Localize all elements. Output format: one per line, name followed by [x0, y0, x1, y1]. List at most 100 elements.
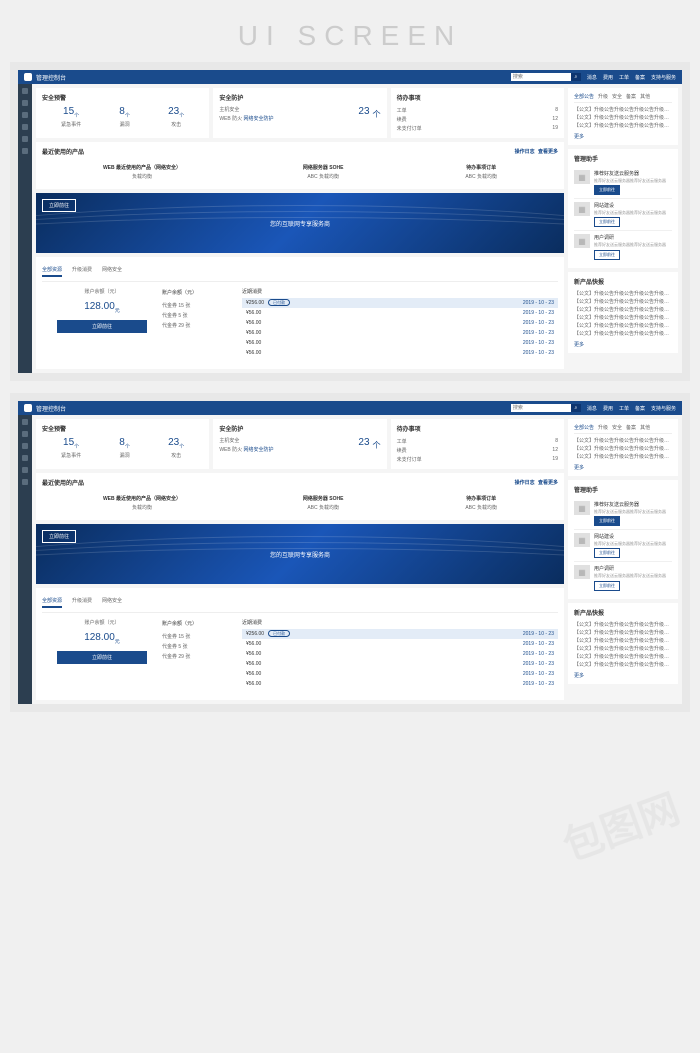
log-link[interactable]: 操作日志 [515, 149, 535, 155]
sidebar-home-icon[interactable] [22, 88, 28, 94]
sidebar-cloud-icon[interactable] [22, 124, 28, 130]
panel-title: 安全防护 [219, 93, 380, 102]
topbar: 管理控制台 ⌕ 消息 费用 工单 备案 支持与服务 [18, 70, 682, 84]
tab-upgrade[interactable]: 升级消费 [72, 266, 92, 277]
app-title: 管理控制台 [36, 73, 66, 82]
news-item[interactable]: 【公文】升级公告升级公告升级公告升级公告 [574, 298, 672, 306]
news-item[interactable]: 【公文】升级公告升级公告升级公告升级公告 [574, 314, 672, 322]
news-item[interactable]: 【公文】升级公告升级公告升级公告升级公告 [574, 290, 672, 298]
nav-support[interactable]: 支持与服务 [651, 405, 676, 412]
ann-tab-other[interactable]: 其他 [640, 93, 650, 100]
sidebar-gear-icon[interactable] [22, 467, 28, 473]
search-button[interactable]: ⌕ [571, 73, 581, 81]
nav-tickets[interactable]: 工单 [619, 74, 629, 81]
sidebar-user-icon[interactable] [22, 443, 28, 449]
nav-messages[interactable]: 消息 [587, 74, 597, 81]
ann-tab-all[interactable]: 全部公告 [574, 93, 594, 100]
consume-row[interactable]: ¥56.002019 - 10 - 23 [242, 338, 558, 348]
news-item[interactable]: 【公文】升级公告升级公告升级公告升级公告 [574, 306, 672, 314]
host-security-label: 主机安全 [219, 106, 273, 115]
consume-row[interactable]: ¥56.002019 - 10 - 23 [242, 308, 558, 318]
sidebar-grid-icon[interactable] [22, 100, 28, 106]
ann-tab-security[interactable]: 安全 [612, 93, 622, 100]
nav-support[interactable]: 支持与服务 [651, 74, 676, 81]
page-label: UI SCREEN [0, 0, 700, 62]
banner-text: 您的互联网专享服务商 [270, 219, 330, 228]
product-col[interactable]: 网络服务器 SOHEABC 负载均衡 [303, 164, 344, 180]
recharge-button[interactable]: 立即前往 [57, 320, 147, 333]
todo-item[interactable]: 未支付订单19 [397, 124, 558, 133]
helper-panel: 管理助手 ▦ 推荐好友送云服务器 推荐好友送云服务器推荐好友送云服务器 立即前往… [568, 149, 678, 268]
helper-desc: 推荐好友送云服务器推荐好友送云服务器 [594, 210, 672, 215]
nav-fees[interactable]: 费用 [603, 74, 613, 81]
ann-tab-filing[interactable]: 备案 [626, 93, 636, 100]
logo-icon [24, 73, 32, 81]
helper-button[interactable]: 立即前往 [594, 250, 620, 260]
logo-icon [24, 404, 32, 412]
helper-desc: 推荐好友送云服务器推荐好友送云服务器 [594, 178, 672, 183]
sidebar-home-icon[interactable] [22, 419, 28, 425]
search-input[interactable] [511, 73, 571, 81]
product-col[interactable]: WEB 最近使用的产品（网络安全）负载均衡 [103, 164, 181, 180]
helper-card: ▦ 推荐好友送云服务器 推荐好友送云服务器推荐好友送云服务器 立即前往 [574, 167, 672, 199]
nav-filing[interactable]: 备案 [635, 405, 645, 412]
ann-more-link[interactable]: 更多 [574, 133, 672, 140]
watermark: 包图网 [554, 776, 687, 872]
nav-messages[interactable]: 消息 [587, 405, 597, 412]
todo-item[interactable]: 续费12 [397, 115, 558, 124]
helper-title: 用户调研 [594, 234, 672, 241]
news-item[interactable]: 【公文】升级公告升级公告升级公告升级公告 [574, 330, 672, 338]
search-input[interactable] [511, 404, 571, 412]
resource-panel: 全部资源 升级消费 网络安全 账户余额（元） 128.00元 立即前往 账户余额… [36, 257, 564, 369]
announcement-item[interactable]: 【公文】升级公告升级公告升级公告升级公告 [574, 122, 672, 130]
search-wrap: ⌕ [511, 73, 581, 81]
helper-card: ▦ 网站建设 推荐好友送云服务器推荐好友送云服务器 立即前往 [574, 199, 672, 231]
search-button[interactable]: ⌕ [571, 404, 581, 412]
panel-title: 最近使用的产品 [42, 147, 84, 156]
sidebar-grid-icon[interactable] [22, 431, 28, 437]
todo-item[interactable]: 工单8 [397, 106, 558, 115]
defense-link[interactable]: 网络安全防护 [244, 116, 274, 122]
announcement-item[interactable]: 【公文】升级公告升级公告升级公告升级公告 [574, 106, 672, 114]
nav-tickets[interactable]: 工单 [619, 405, 629, 412]
balance-label: 账户余额（元） [42, 288, 162, 295]
tab-security[interactable]: 网络安全 [102, 266, 122, 277]
helper-thumb-icon: ▦ [574, 202, 590, 216]
consume-row[interactable]: ¥256.00已付款2019 - 10 - 23 [242, 298, 558, 308]
banner-button[interactable]: 立即前往 [42, 199, 76, 212]
sidebar-gear-icon[interactable] [22, 136, 28, 142]
consume-row[interactable]: ¥56.002019 - 10 - 23 [242, 318, 558, 328]
security-defense-panel: 安全防护 主机安全 WEB 防火 网络安全防护 23 个 [213, 88, 386, 138]
sidebar-data-icon[interactable] [22, 148, 28, 154]
consume-row[interactable]: ¥56.002019 - 10 - 23 [242, 328, 558, 338]
product-col[interactable]: 待办事项订单ABC 负载均衡 [465, 164, 497, 180]
ann-tab-upgrade[interactable]: 升级 [598, 93, 608, 100]
tab-all-resources[interactable]: 全部资源 [42, 266, 62, 277]
app-frame: 管理控制台 ⌕ 消息 费用 工单 备案 支持与服务 安全 [10, 62, 690, 381]
helper-desc: 推荐好友送云服务器推荐好友送云服务器 [594, 242, 672, 247]
voucher-line: 代金券 5 张 [162, 311, 242, 321]
new-products-panel: 新产品快报 【公文】升级公告升级公告升级公告升级公告 【公文】升级公告升级公告升… [568, 272, 678, 353]
announcement-item[interactable]: 【公文】升级公告升级公告升级公告升级公告 [574, 114, 672, 122]
promo-banner: 立即前往 您的互联网专享服务商 [36, 193, 564, 253]
view-more-link[interactable]: 查看更多 [538, 149, 558, 155]
voucher-head: 账户余额（元） [162, 288, 242, 298]
helper-button[interactable]: 立即前往 [594, 217, 620, 227]
helper-title: 推荐好友送云服务器 [594, 170, 672, 177]
helper-button[interactable]: 立即前往 [594, 185, 620, 195]
news-item[interactable]: 【公文】升级公告升级公告升级公告升级公告 [574, 322, 672, 330]
sidebar-data-icon[interactable] [22, 479, 28, 485]
sidebar-user-icon[interactable] [22, 112, 28, 118]
todo-panel: 待办事项 工单8 续费12 未支付订单19 [391, 88, 564, 138]
news-more-link[interactable]: 更多 [574, 341, 672, 348]
nav-filing[interactable]: 备案 [635, 74, 645, 81]
topbar-links: 消息 费用 工单 备案 支持与服务 [587, 74, 676, 81]
security-alert-panel: 安全预警 15个紧急事件 8个漏洞 23个攻击 [36, 88, 209, 138]
helper-title: 网站建设 [594, 202, 672, 209]
panel-title: 新产品快报 [574, 277, 672, 286]
defense-count: 23 个 [358, 106, 380, 120]
stat-item: 23个攻击 [168, 106, 184, 128]
sidebar-cloud-icon[interactable] [22, 455, 28, 461]
consume-row[interactable]: ¥56.002019 - 10 - 23 [242, 348, 558, 358]
nav-fees[interactable]: 费用 [603, 405, 613, 412]
